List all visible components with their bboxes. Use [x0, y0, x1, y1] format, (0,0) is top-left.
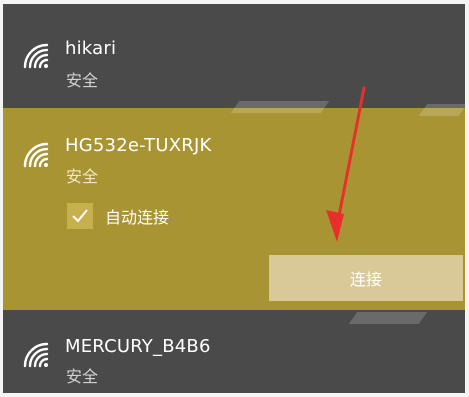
network-security: 安全 [66, 167, 99, 186]
auto-connect-label: 自动连接 [105, 208, 170, 227]
wifi-icon [23, 342, 49, 368]
network-item-hikari[interactable]: hikari 安全 [3, 4, 465, 108]
checkbox-box[interactable] [67, 203, 93, 229]
wifi-icon [23, 142, 49, 168]
auto-connect-checkbox[interactable]: 自动连接 [67, 203, 169, 229]
watermark-streak [230, 101, 330, 113]
network-ssid: MERCURY_B4B6 [65, 336, 211, 357]
network-ssid: HG532e-TUXRJK [65, 135, 212, 156]
watermark-streak [348, 312, 428, 324]
watermark-streak [418, 104, 465, 116]
wifi-icon [23, 43, 49, 69]
checkmark-icon [72, 209, 88, 223]
network-security: 安全 [66, 71, 99, 90]
network-ssid: hikari [65, 38, 117, 59]
network-item-hg532e[interactable]: HG532e-TUXRJK 安全 自动连接 连接 [3, 108, 465, 310]
network-security: 安全 [66, 367, 99, 386]
connect-button[interactable]: 连接 [269, 255, 463, 301]
wifi-network-list: hikari 安全 HG532e-TUXRJK 安全 自动连接 连接 MERCU… [3, 4, 465, 393]
